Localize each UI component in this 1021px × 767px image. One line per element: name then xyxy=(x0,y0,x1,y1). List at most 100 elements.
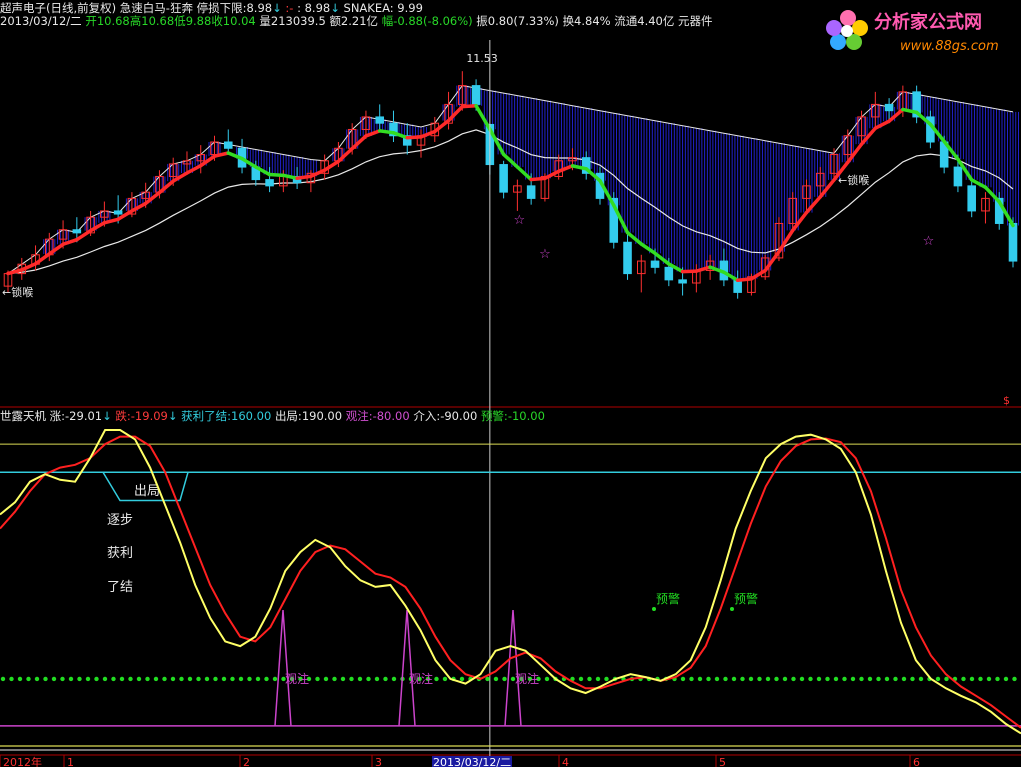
warn-dot xyxy=(901,676,907,682)
candle xyxy=(912,85,921,124)
warn-dot xyxy=(315,676,320,682)
warn-dot xyxy=(221,676,227,682)
star-icon: ☆ xyxy=(514,213,526,228)
warn-dot xyxy=(247,676,252,682)
watch-spike xyxy=(504,609,522,726)
quote-volume: 量213039.5 xyxy=(259,14,326,28)
warn-label-mark: 预警 xyxy=(734,591,758,606)
candle xyxy=(389,110,398,142)
trend-line-segment xyxy=(322,159,341,172)
stock-name: 超声电子(日线,前复权) xyxy=(0,1,117,15)
candle xyxy=(513,179,522,211)
warn-dot xyxy=(366,676,371,682)
sub-title: 世露天机 xyxy=(0,409,46,423)
close-text-label: 了结 xyxy=(107,580,133,595)
trend-line-segment xyxy=(556,164,575,174)
x-axis-label: 5 xyxy=(719,756,726,767)
flower-icon xyxy=(826,10,868,50)
warn-dot xyxy=(782,676,788,682)
warn-dot xyxy=(349,676,354,682)
watch-label: 观注: xyxy=(345,409,373,423)
warn-dot xyxy=(128,676,133,682)
candle-body xyxy=(623,241,632,275)
annotation-lock-2: ←锁喉 xyxy=(838,173,869,187)
enter-value: -90.00 xyxy=(440,409,478,423)
warn-dot xyxy=(102,676,108,682)
snake-value: SNAKEA: 9.99 xyxy=(343,1,423,15)
annotation-lock-1: ←锁喉 xyxy=(2,285,33,299)
warn-dot xyxy=(230,676,235,682)
warn-dot xyxy=(332,676,337,682)
trend-line-segment xyxy=(391,131,409,140)
peak-label: 11.53 xyxy=(466,52,498,65)
candle xyxy=(223,129,233,155)
trend-line-segment xyxy=(130,201,148,213)
warn-dot xyxy=(17,676,23,682)
candle-body xyxy=(72,229,82,234)
warn-dot xyxy=(213,676,218,682)
warn-dot xyxy=(791,676,796,682)
trend-line-segment xyxy=(350,134,368,151)
die-value: -19.09 xyxy=(130,409,168,423)
warn-dot xyxy=(170,676,176,682)
candle xyxy=(499,160,508,199)
warn-dot xyxy=(680,676,686,682)
warn-dot xyxy=(867,676,873,682)
trend-line-segment xyxy=(818,178,836,199)
warn-dot xyxy=(85,676,91,682)
warn-dot xyxy=(765,676,771,682)
profit-label: 获利了结: xyxy=(181,409,232,423)
trend-line-segment xyxy=(212,151,231,158)
warn-dot xyxy=(442,676,448,682)
warn-dot xyxy=(136,676,142,682)
warn-dot xyxy=(1003,676,1009,682)
warn-dot xyxy=(459,676,465,682)
warn-dot xyxy=(859,676,864,682)
warn-dot xyxy=(978,676,983,682)
warn-dot xyxy=(9,676,14,682)
warn-dot xyxy=(34,676,40,682)
warn-dot xyxy=(995,676,1000,682)
warn-label: 预警: xyxy=(480,409,508,423)
zhang-label: 涨: xyxy=(49,409,66,423)
trend-line-segment xyxy=(887,107,905,123)
warn-dot xyxy=(187,676,193,682)
warn-dot xyxy=(111,676,116,682)
trend-line-segment xyxy=(102,217,120,225)
warn-dot xyxy=(391,676,397,682)
warn-dot xyxy=(833,676,839,682)
stop-value-2: : 8.98 xyxy=(297,1,331,15)
trend-line-segment xyxy=(377,129,396,135)
warn-dot xyxy=(842,676,847,682)
candle-body xyxy=(471,85,481,105)
warn-dot xyxy=(162,676,167,682)
warn-dot xyxy=(255,676,261,682)
trend-line-segment xyxy=(543,169,561,181)
warn-dot xyxy=(357,676,363,682)
trend-line-segment xyxy=(983,185,1001,204)
logo: 分析家公式网 www.88gs.com xyxy=(826,10,999,54)
x-axis-date-label: 2013/03/12/二 xyxy=(433,756,511,767)
quote-close: 收10.04 xyxy=(211,14,256,28)
chart-canvas[interactable]: 11.53 ←锁喉 ←锁喉 $ ☆ ☆ ☆ 出局逐步获利了结观注 观注 观注 预警 预警 2012年 1 2… xyxy=(0,0,1021,767)
trend-line-segment xyxy=(749,268,767,281)
warn-dot xyxy=(204,676,210,682)
sub-chart-header: 世露天机 涨:-29.01↓ 跌:-19.09↓ 获利了结:160.00 出局:… xyxy=(0,409,545,423)
warn-dot xyxy=(697,676,703,682)
quote-open: 开10.68 xyxy=(85,14,130,28)
trend-line-segment xyxy=(846,142,864,165)
watch-spike xyxy=(274,609,292,726)
warn-value: -10.00 xyxy=(507,409,545,423)
quote-turnover: 换4.84% xyxy=(562,14,611,28)
logo-url: www.88gs.com xyxy=(900,39,999,54)
warn-dot xyxy=(850,676,856,682)
profit-text-label: 获利 xyxy=(107,546,133,561)
candle xyxy=(981,192,990,224)
d-line xyxy=(0,435,1021,729)
trend-line-segment xyxy=(515,165,533,182)
candle-body xyxy=(526,185,536,199)
warn-label-mark: 预警 xyxy=(656,591,680,606)
warn-dot xyxy=(94,676,99,682)
candle-body xyxy=(499,164,508,193)
quote-date: 2013/03/12/二 xyxy=(0,14,82,28)
